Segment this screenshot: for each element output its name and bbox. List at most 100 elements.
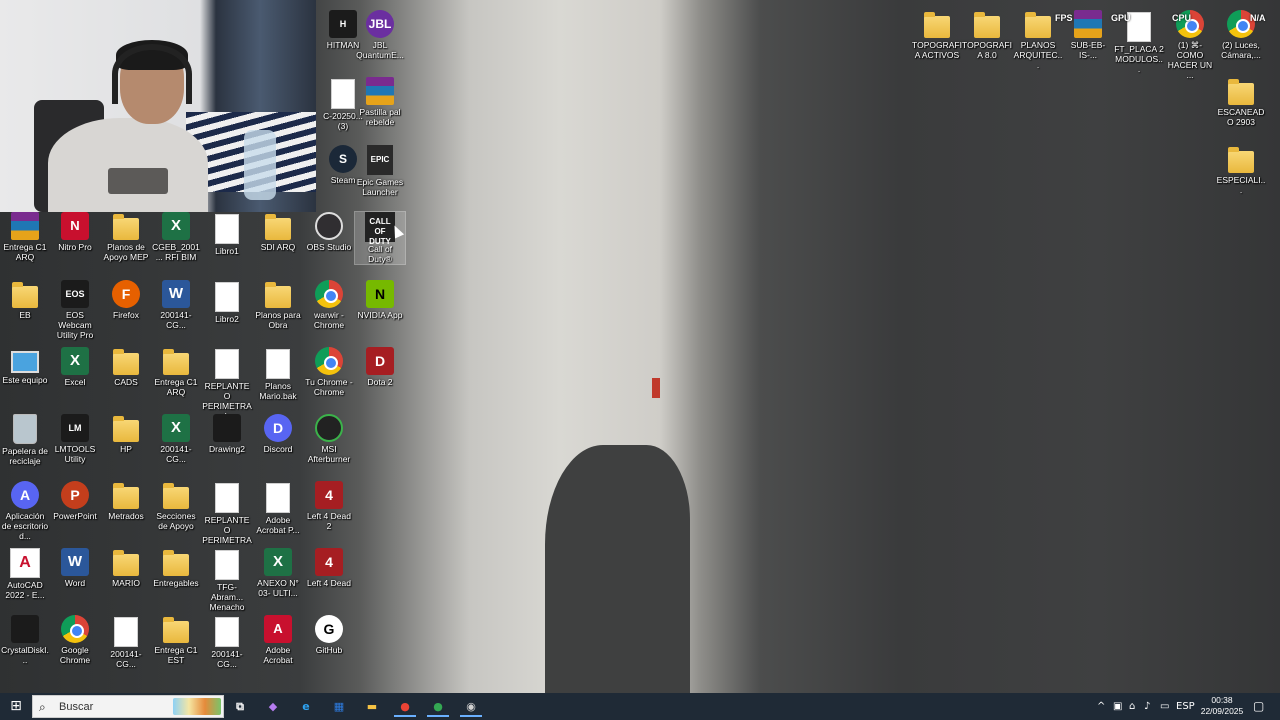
notification-icon[interactable]: ▢ — [1253, 693, 1264, 720]
desktop-icon-label: Adobe Acrobat P... — [256, 515, 300, 535]
volume-icon[interactable]: ♪ — [1144, 693, 1150, 720]
desktop-icon-label: EB — [19, 310, 31, 320]
desktop-icon-anexo-n-03-ulti[interactable]: X ANEXO N° 03- ULTI... — [253, 548, 303, 598]
taskbar-search[interactable]: ⌕ Buscar — [32, 695, 224, 718]
desktop-icon-tu-chrome-chrome[interactable]: Tu Chrome - Chrome — [304, 347, 354, 397]
windows-icon: ⊞ — [10, 698, 22, 714]
system-clock[interactable]: 00:38 22/09/2025 — [1194, 695, 1250, 717]
desktop-icon-github[interactable]: G GitHub — [304, 615, 354, 655]
clock-time: 00:38 — [1211, 695, 1233, 705]
desktop-icon-lmtools-utility[interactable]: LM LMTOOLS Utility — [50, 414, 100, 464]
language-indicator[interactable]: ESP — [1176, 693, 1195, 720]
desktop-icon-planos-de-apoyo-mep[interactable]: Planos de Apoyo MEP — [101, 212, 151, 262]
taskbar-obs-studio-icon[interactable]: ◉ — [460, 696, 482, 717]
desktop-icon-planos-para-obra[interactable]: Planos para Obra — [253, 280, 303, 330]
desktop-icon-papelera-de-reciclaje[interactable]: Papelera de reciclaje — [0, 414, 50, 466]
desktop-icon-libro1[interactable]: Libro1 — [202, 212, 252, 256]
chrome-icon — [61, 615, 89, 643]
webcam-overlay — [0, 0, 316, 212]
taskbar-chrome-profile-icon[interactable]: ● — [427, 696, 449, 717]
desktop-icon-topografia-8-0[interactable]: TOPOGRAFIA 8.0 — [962, 10, 1012, 60]
desktop-icon-firefox[interactable]: F Firefox — [101, 280, 151, 320]
desktop-icon-dota-2[interactable]: D Dota 2 — [355, 347, 405, 387]
desktop-icon-adobe-acrobat[interactable]: A Adobe Acrobat — [253, 615, 303, 665]
folder-icon — [1025, 12, 1051, 38]
desktop-icon-excel[interactable]: X Excel — [50, 347, 100, 387]
microphone-icon[interactable]: ⌂ — [1129, 693, 1135, 720]
desktop-icon-tfg-abram-menacho[interactable]: TFG-Abram... Menacho — [202, 548, 252, 612]
taskbar-edge-icon[interactable]: e — [295, 696, 317, 717]
desktop-icon-crystaldiski[interactable]: CrystalDiskI... — [0, 615, 50, 665]
desktop-icon-label: 200141-CG... — [160, 444, 192, 464]
desktop-icon-jbl-quantume[interactable]: JBL JBL QuantumE... — [355, 10, 405, 60]
desktop-icon-label: NVIDIA App — [357, 310, 403, 320]
folder-icon — [974, 12, 1000, 38]
desktop-icon-aplicaci-n-de-escritorio-d[interactable]: A Aplicación de escritorio d... — [0, 481, 50, 541]
desktop-icon-cads[interactable]: CADS — [101, 347, 151, 387]
desktop-icon-obs-studio[interactable]: OBS Studio — [304, 212, 354, 252]
desktop-icon-200141-cg[interactable]: W 200141-CG... — [151, 280, 201, 330]
doc-icon — [266, 349, 290, 379]
desktop-icon-hp[interactable]: HP — [101, 414, 151, 454]
network-icon[interactable]: ▭ — [1160, 693, 1169, 720]
desktop-icon-mario[interactable]: MARIO — [101, 548, 151, 588]
desktop-icon-entrega-c1-est[interactable]: Entrega C1 EST — [151, 615, 201, 665]
desktop-icon-warwir-chrome[interactable]: warwir - Chrome — [304, 280, 354, 330]
desktop-icon-200141-cg[interactable]: 200141-CG... — [202, 615, 252, 669]
desktop-icon-msi-afterburner[interactable]: MSI Afterburner — [304, 414, 354, 464]
desktop-icon-200141-cg[interactable]: X 200141-CG... — [151, 414, 201, 464]
pdf-icon: N — [61, 212, 89, 240]
desktop-icon-word[interactable]: W Word — [50, 548, 100, 588]
desktop-icon-sdi-arq[interactable]: SDI ARQ — [253, 212, 303, 252]
search-placeholder: Buscar — [59, 701, 94, 713]
doc-icon — [215, 483, 239, 513]
desktop-icon-cgeb-2001-rfi-bim[interactable]: X CGEB_2001... RFI BIM — [151, 212, 201, 262]
desktop-icon-pastilla-pal-rebelde[interactable]: Pastilla pal rebelde — [355, 77, 405, 127]
desktop-icon-google-chrome[interactable]: Google Chrome — [50, 615, 100, 665]
desktop-icon-epic-games-launcher[interactable]: EPIC Epic Games Launcher — [355, 145, 405, 197]
desktop-icon-call-of-duty[interactable]: CALL OF DUTY Call of Duty® — [354, 211, 406, 265]
taskbar-copilot-icon[interactable]: ◆ — [262, 696, 284, 717]
desktop-icon-libro2[interactable]: Libro2 — [202, 280, 252, 324]
desktop-icon-label: Epic Games Launcher — [356, 177, 404, 197]
desktop-icon-metrados[interactable]: Metrados — [101, 481, 151, 521]
desktop-icon-200141-cg[interactable]: 200141-CG... — [101, 615, 151, 669]
tray-chevron-icon[interactable]: ^ — [1097, 693, 1105, 720]
taskbar-store-icon[interactable]: ▦ — [328, 696, 350, 717]
desktop-icon-left-4-dead-2[interactable]: 4 Left 4 Dead 2 — [304, 481, 354, 531]
desktop-icon-label: Libro1 — [215, 246, 239, 256]
taskbar-task-view-icon[interactable]: ⧉ — [229, 696, 251, 717]
desktop-icon-este-equipo[interactable]: Este equipo — [0, 347, 50, 385]
desktop-icon-label: Aplicación de escritorio d... — [1, 511, 49, 541]
desktop-icon-entrega-c1-arq[interactable]: Entrega C1 ARQ — [151, 347, 201, 397]
desktop-icon-replanteo-perimetral[interactable]: REPLANTEO PERIMETRAL — [202, 347, 252, 421]
desktop-icon-eb[interactable]: EB — [0, 280, 50, 320]
desktop-icon-topografia-activos[interactable]: TOPOGRAFIA ACTIVOS — [912, 10, 962, 60]
desktop-icon-label: TOPOGRAFIA 8.0 — [962, 40, 1012, 60]
desktop-icon-entrega-c1-arq[interactable]: Entrega C1 ARQ — [0, 212, 50, 262]
desktop-icon-nvidia-app[interactable]: N NVIDIA App — [355, 280, 405, 320]
taskbar-chrome-icon[interactable]: ● — [394, 696, 416, 717]
desktop-icon-label: 200141-CG... — [110, 649, 142, 669]
taskbar-file-explorer-icon[interactable]: ▬ — [361, 696, 383, 717]
desktop-icon-label: GitHub — [315, 645, 343, 655]
desktop-icon-replanteo-perimetra[interactable]: REPLANTEO PERIMETRA... — [202, 481, 252, 555]
cpu-overlay: CPU — [1172, 13, 1192, 23]
desktop-icon-nitro-pro[interactable]: N Nitro Pro — [50, 212, 100, 252]
desktop-icon-secciones-de-apoyo[interactable]: Secciones de Apoyo — [151, 481, 201, 531]
desktop-icon-entregables[interactable]: Entregables — [151, 548, 201, 588]
windows-start-button[interactable]: ⊞ — [0, 693, 32, 720]
dark-icon: H — [329, 10, 357, 38]
desktop-icon-autocad-2022-e[interactable]: A AutoCAD 2022 - E... — [0, 548, 50, 600]
desktop-icon-label: PLANOS ARQUITEC... — [1013, 40, 1063, 70]
desktop-icon-powerpoint[interactable]: P PowerPoint — [50, 481, 100, 521]
desktop-icon-escaneado-2903[interactable]: ESCANEADO 2903 — [1216, 77, 1266, 127]
desktop-icon-eos-webcam-utility-pro[interactable]: EOS EOS Webcam Utility Pro — [50, 280, 100, 340]
desktop-icon-left-4-dead[interactable]: 4 Left 4 Dead — [304, 548, 354, 588]
tray-app-icon[interactable]: ▣ — [1113, 693, 1122, 720]
desktop-icon-drawing2[interactable]: Drawing2 — [202, 414, 252, 454]
desktop-icon-discord[interactable]: D Discord — [253, 414, 303, 454]
desktop-icon-especiali[interactable]: ESPECIALI... — [1216, 145, 1266, 195]
desktop-icon-adobe-acrobat-p[interactable]: Adobe Acrobat P... — [253, 481, 303, 535]
desktop-icon-planos-mario-bak[interactable]: Planos Mario.bak — [253, 347, 303, 401]
